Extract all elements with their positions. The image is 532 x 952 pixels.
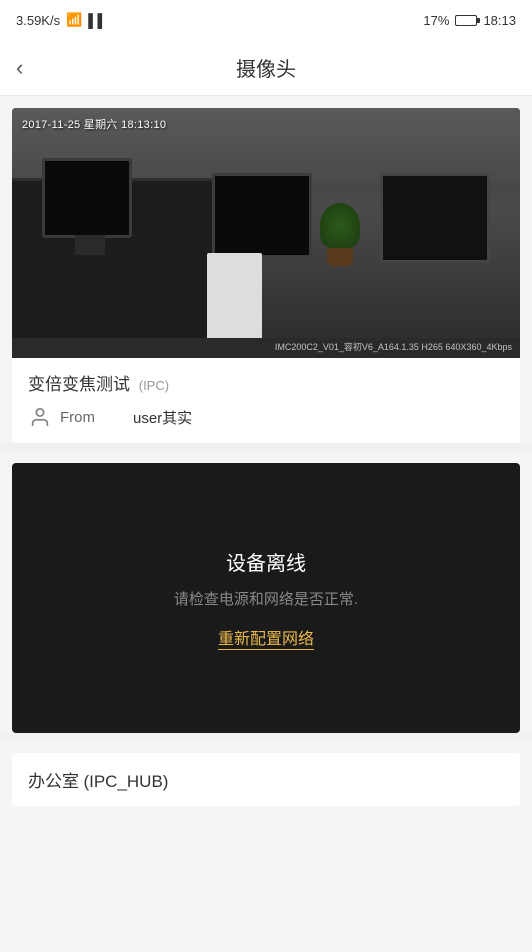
divider-1 <box>0 443 532 451</box>
camera-scene <box>12 108 520 358</box>
scene-plant <box>320 203 360 263</box>
bottom-card: 办公室 (IPC_HUB) <box>12 753 520 806</box>
camera-name-text: 变倍变焦测试 <box>28 375 130 394</box>
scene-monitor-right <box>380 173 490 263</box>
wifi-icon: 📶 <box>66 12 82 28</box>
network-speed: 3.59K/s <box>16 13 60 28</box>
signal-icon: ▌▌ <box>88 13 106 28</box>
battery-percent: 17% <box>423 13 449 28</box>
back-button[interactable]: ‹ <box>16 55 23 81</box>
divider-2 <box>0 733 532 741</box>
status-bar: 3.59K/s 📶 ▌▌ 17% 18:13 <box>0 0 532 40</box>
camera-from-row: From user其实 <box>28 405 504 429</box>
status-left: 3.59K/s 📶 ▌▌ <box>16 12 107 28</box>
camera-feed-1[interactable]: 2017-11-25 星期六 18:13:10 IMC200C2_V01_容初V… <box>12 108 520 358</box>
user-icon <box>28 405 52 429</box>
bottom-camera-name: 办公室 <box>28 772 79 791</box>
nav-bar: ‹ 摄像头 <box>0 40 532 96</box>
camera-tag-1: (IPC) <box>139 378 169 393</box>
battery-icon <box>455 15 477 26</box>
scene-plant-pot <box>327 248 353 266</box>
camera-info-1: 变倍变焦测试 (IPC) From user其实 <box>12 358 520 443</box>
time-display: 18:13 <box>483 13 516 28</box>
from-label: From <box>60 409 95 426</box>
camera-name-1: 变倍变焦测试 (IPC) <box>28 370 504 395</box>
camera-card-1: 2017-11-25 星期六 18:13:10 IMC200C2_V01_容初V… <box>12 108 520 443</box>
status-right: 17% 18:13 <box>423 13 516 28</box>
reconfigure-button[interactable]: 重新配置网络 <box>218 625 314 650</box>
bottom-camera-tag: (IPC_HUB) <box>83 772 168 791</box>
offline-desc: 请检查电源和网络是否正常. <box>174 588 358 609</box>
scene-plant-leaves <box>320 203 360 248</box>
scene-white-box <box>207 253 262 343</box>
camera-timestamp: 2017-11-25 星期六 18:13:10 <box>22 116 166 132</box>
camera-card-2-offline[interactable]: 设备离线 请检查电源和网络是否正常. 重新配置网络 <box>12 463 520 733</box>
page-title: 摄像头 <box>236 53 296 82</box>
camera-overlay-info: IMC200C2_V01_容初V6_A164.1.35 H265 640X360… <box>275 340 512 353</box>
scene-monitor-left <box>42 158 132 238</box>
offline-title: 设备离线 <box>226 547 306 576</box>
scene-monitor-mid <box>212 173 312 258</box>
from-user: user其实 <box>133 407 192 428</box>
